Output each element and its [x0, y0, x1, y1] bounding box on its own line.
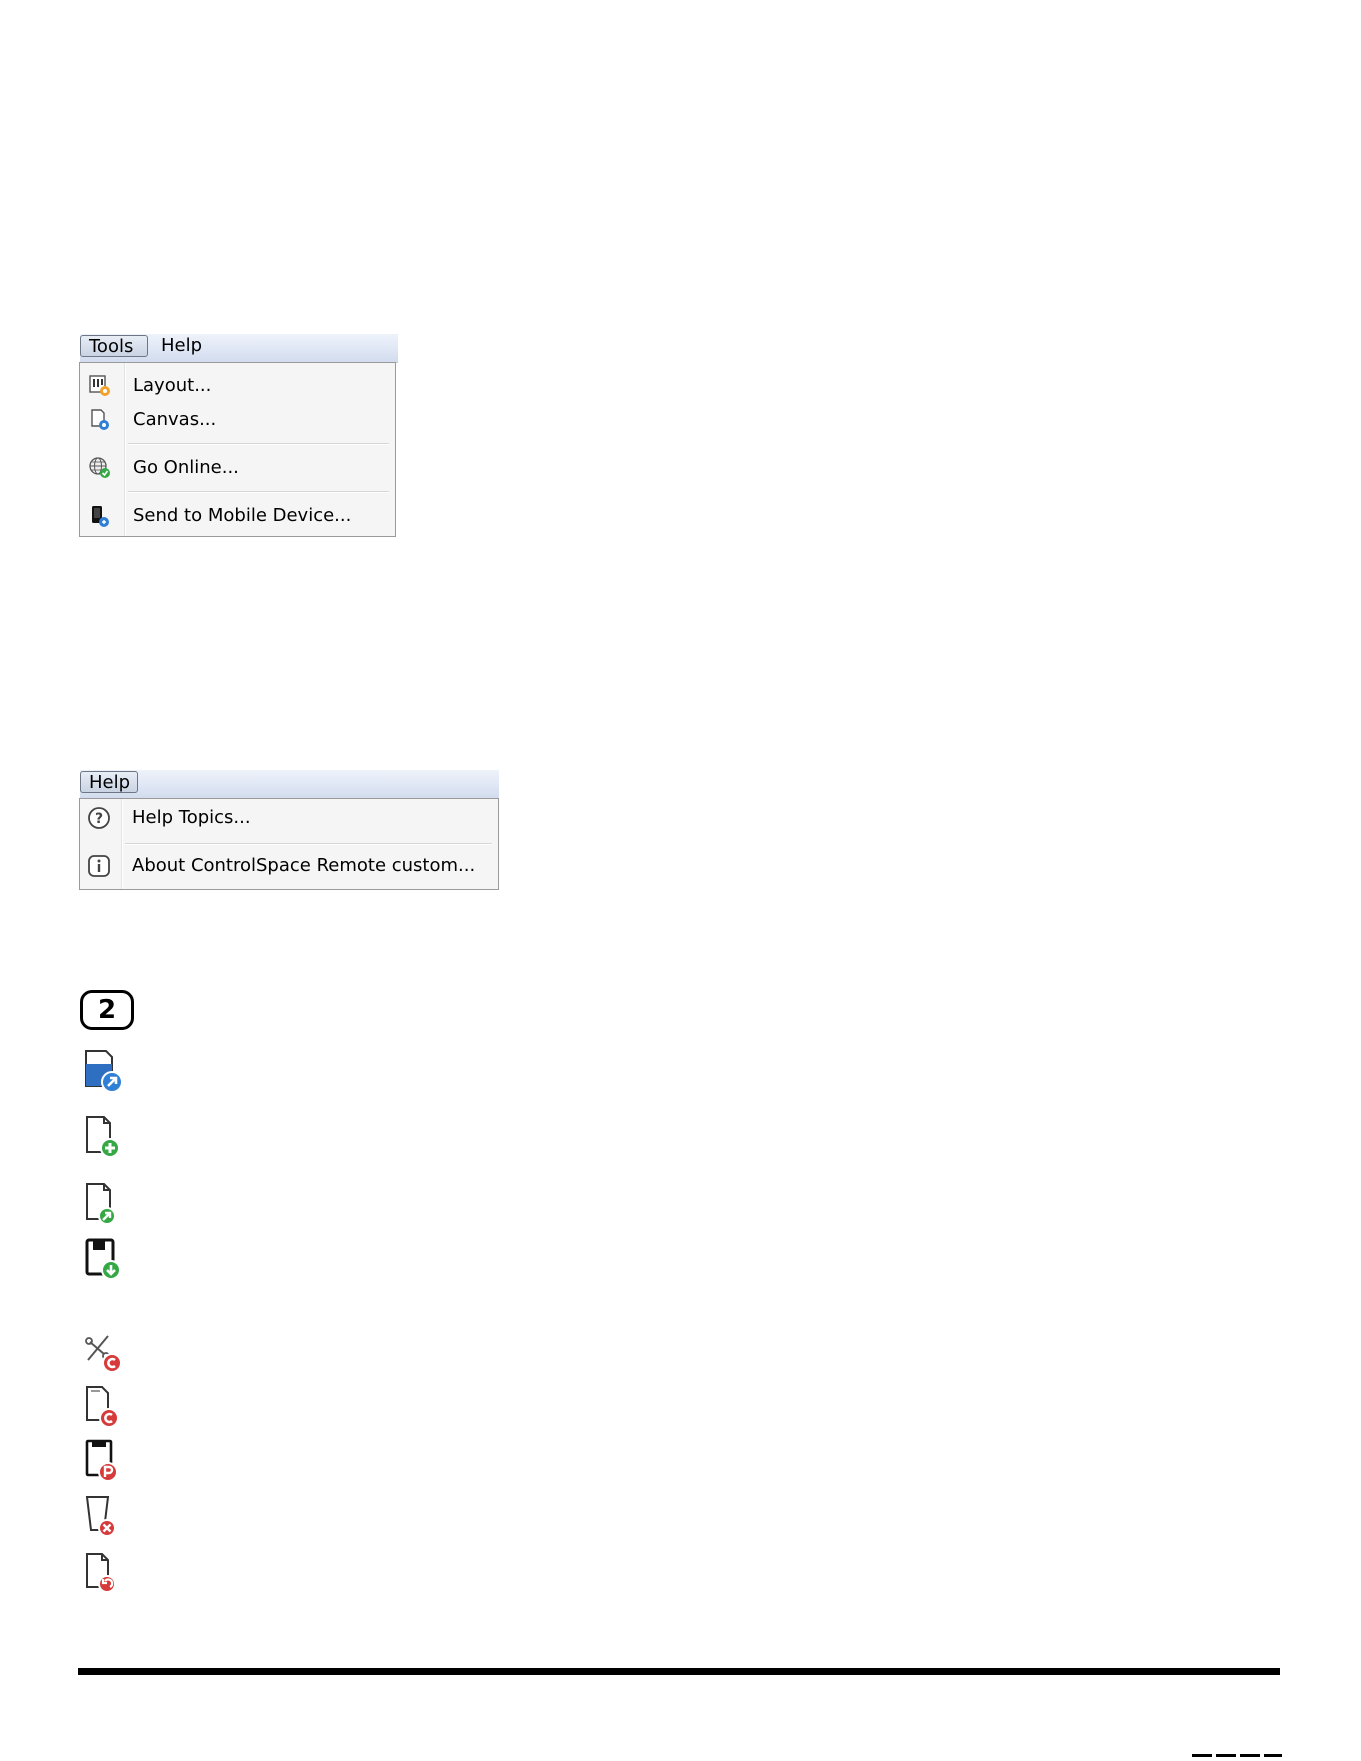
delete-icon [85, 1496, 116, 1537]
layout-icon [89, 375, 110, 396]
menu-item-go-online-label: Go Online... [133, 457, 239, 478]
menu-separator [128, 491, 389, 493]
menu-separator [128, 443, 389, 445]
menu-help-active[interactable]: Help [80, 771, 138, 793]
menu-item-go-online[interactable]: Go Online... [80, 453, 395, 483]
undo-icon [86, 1553, 116, 1593]
page-footer-rule [78, 1668, 1280, 1675]
menu-item-send-to-mobile[interactable]: Send to Mobile Device... [80, 501, 395, 531]
open-recent-file-icon [86, 1183, 116, 1225]
help-menubar [80, 770, 499, 799]
cut-icon [85, 1335, 122, 1373]
mobile-device-icon [92, 506, 109, 527]
menu-tools[interactable]: Tools [80, 335, 148, 357]
menu-item-layout-label: Layout... [133, 375, 212, 396]
canvas-icon [91, 409, 109, 430]
open-file-icon [85, 1050, 123, 1093]
help-dropdown: ? Help Topics... About ControlSpace Remo… [79, 798, 499, 890]
paste-icon [85, 1439, 118, 1482]
callout-number-badge: 2 [80, 990, 134, 1030]
menu-help[interactable]: Help [153, 335, 210, 357]
menu-item-help-topics[interactable]: ? Help Topics... [80, 803, 498, 833]
menu-separator [125, 843, 492, 845]
svg-text:?: ? [95, 811, 103, 827]
globe-online-icon [89, 457, 110, 478]
question-mark-icon: ? [88, 807, 110, 829]
tools-dropdown: Layout... Canvas... Go Online... Send to… [79, 362, 396, 537]
menu-item-send-to-mobile-label: Send to Mobile Device... [133, 505, 352, 526]
menu-item-about[interactable]: About ControlSpace Remote custom... [80, 851, 498, 881]
menu-item-about-label: About ControlSpace Remote custom... [132, 855, 476, 876]
info-icon [88, 855, 110, 877]
footer-marks [1192, 1754, 1282, 1757]
menu-item-help-topics-label: Help Topics... [132, 807, 251, 828]
menu-item-layout[interactable]: Layout... [80, 371, 395, 401]
menu-item-canvas[interactable]: Canvas... [80, 405, 395, 435]
save-file-icon [85, 1238, 121, 1280]
new-file-icon [86, 1116, 120, 1158]
menu-item-canvas-label: Canvas... [133, 409, 217, 430]
copy-icon [86, 1386, 119, 1428]
